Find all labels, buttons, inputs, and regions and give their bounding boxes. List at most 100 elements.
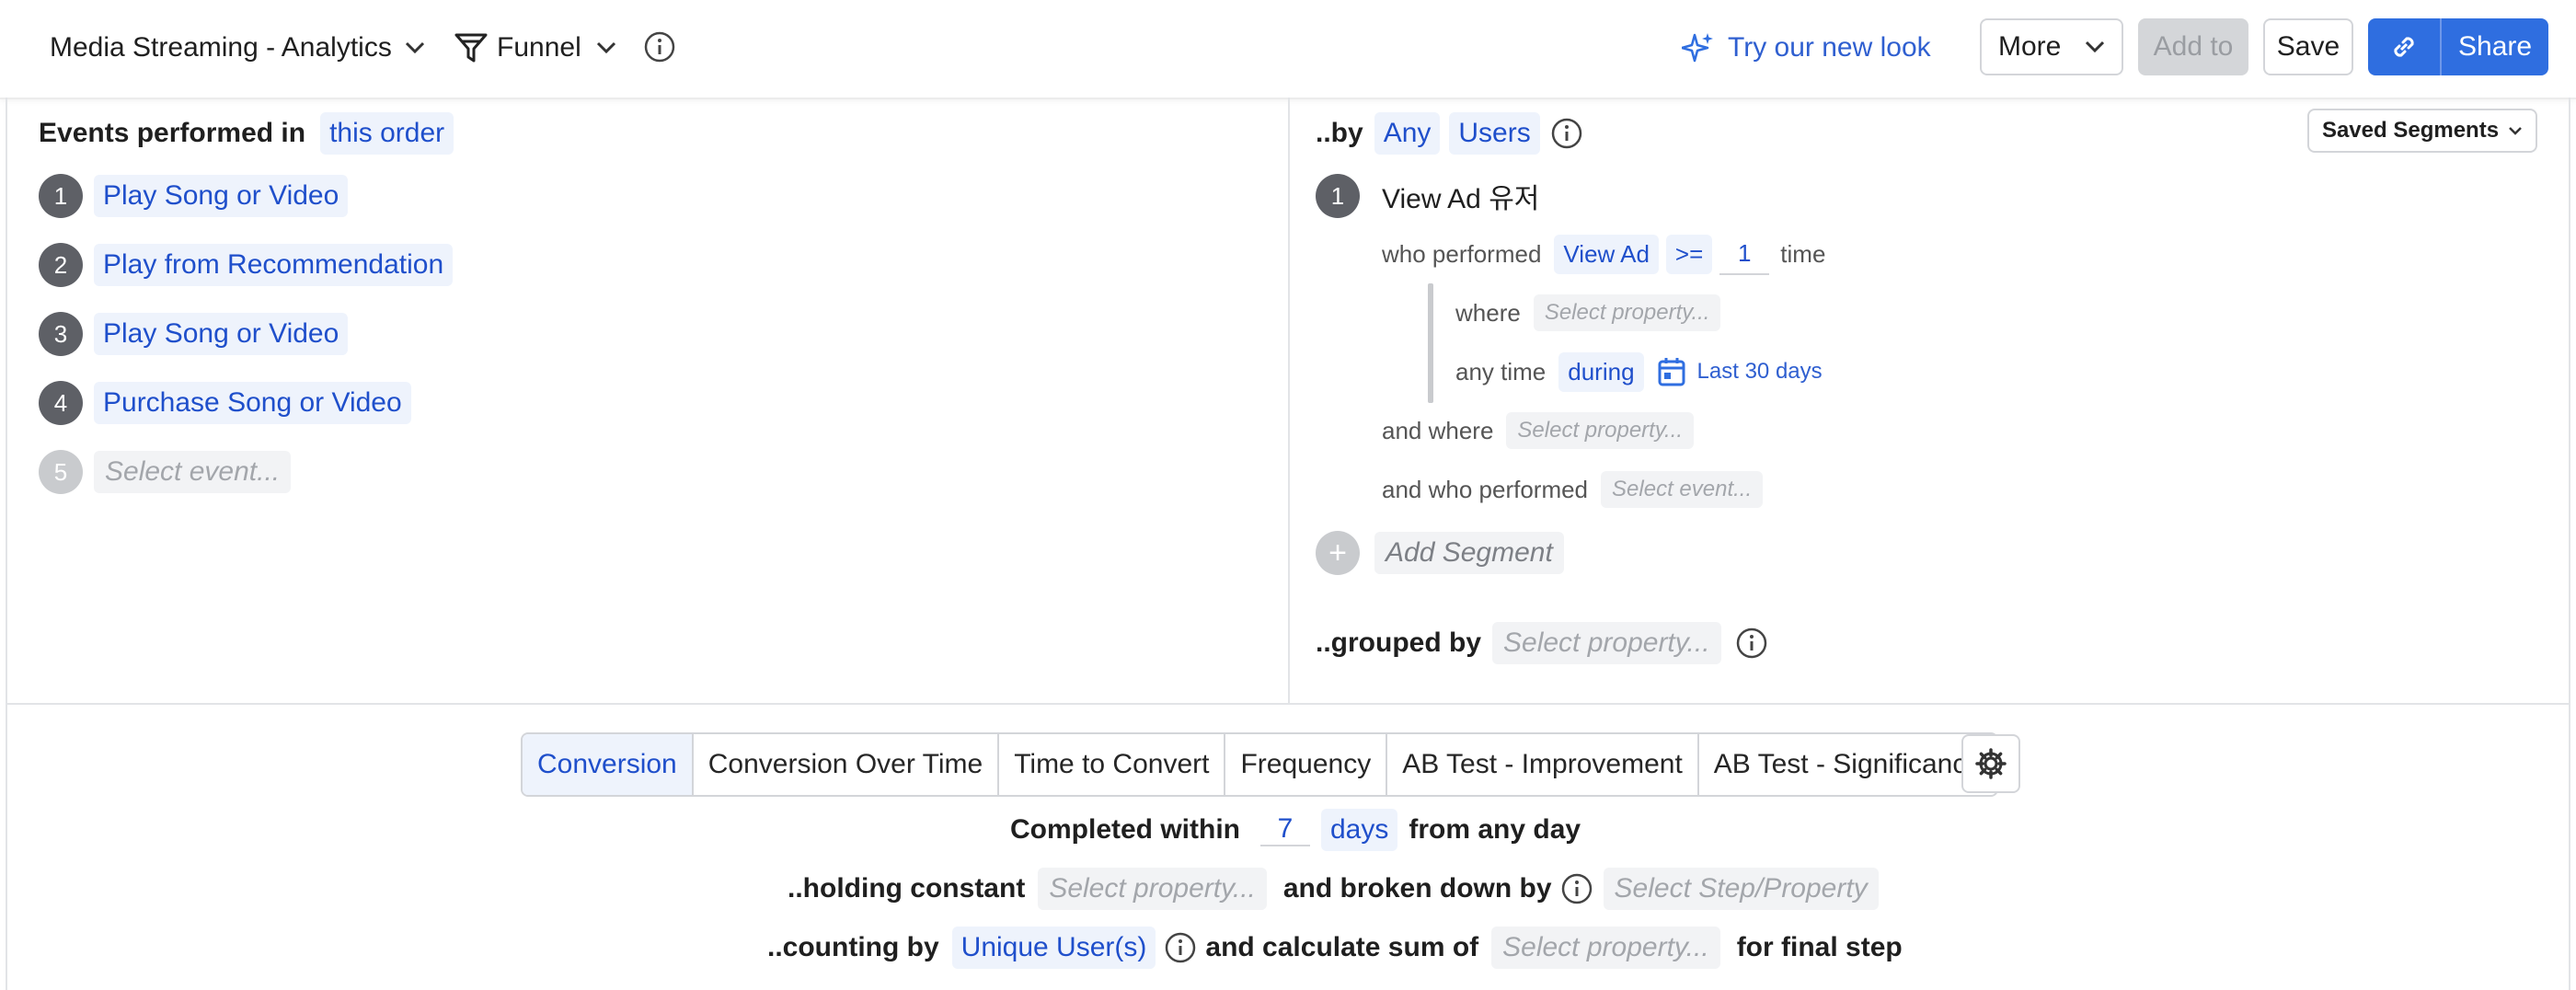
holding-constant-input[interactable]: Select property... bbox=[1038, 868, 1267, 910]
filter-group-bar bbox=[1428, 283, 1433, 403]
project-name: Media Streaming - Analytics bbox=[50, 32, 392, 63]
events-label: Events performed in bbox=[39, 118, 306, 148]
grouped-by-row: ..grouped by Select property... bbox=[1316, 620, 1767, 666]
counting-by-row: ..counting by Unique User(s) and calcula… bbox=[767, 926, 1903, 970]
holding-constant-label: ..holding constant bbox=[788, 873, 1026, 904]
days-input[interactable]: 7 bbox=[1260, 813, 1310, 846]
saved-segments-button[interactable]: Saved Segments bbox=[2307, 109, 2537, 153]
chevron-down-icon bbox=[596, 41, 616, 54]
by-label: ..by bbox=[1316, 118, 1363, 148]
gear-icon bbox=[1974, 747, 2007, 780]
funnel-step: 2 Play from Recommendation bbox=[39, 242, 454, 288]
where-property-input[interactable]: Select property... bbox=[1533, 294, 1721, 331]
settings-button[interactable] bbox=[1961, 734, 2020, 793]
select-event-input[interactable]: Select event... bbox=[94, 451, 292, 493]
tab-frequency[interactable]: Frequency bbox=[1225, 734, 1388, 795]
link-icon bbox=[2388, 31, 2420, 63]
segment-who-performed-row: who performed View Ad >= 1 time bbox=[1382, 233, 1826, 275]
step-event[interactable]: Play from Recommendation bbox=[94, 244, 454, 286]
tab-time-to-convert[interactable]: Time to Convert bbox=[999, 734, 1226, 795]
tab-conversion[interactable]: Conversion bbox=[523, 734, 694, 795]
chart-type-tabs: Conversion Conversion Over Time Time to … bbox=[521, 732, 1999, 797]
broken-down-by-input[interactable]: Select Step/Property bbox=[1603, 868, 1879, 910]
and-where-property-input[interactable]: Select property... bbox=[1506, 412, 1695, 449]
users-selector[interactable]: Users bbox=[1449, 112, 1540, 155]
completed-within-label: Completed within bbox=[1010, 814, 1240, 845]
info-icon[interactable] bbox=[1551, 118, 1582, 149]
segment-by-header: ..by Any Users bbox=[1316, 110, 1582, 156]
sum-property-input[interactable]: Select property... bbox=[1491, 927, 1720, 969]
chevron-down-icon bbox=[2085, 40, 2105, 53]
try-new-look-link[interactable]: Try our new look bbox=[1682, 26, 1931, 70]
events-header: Events performed in this order bbox=[39, 110, 454, 156]
info-icon[interactable] bbox=[644, 31, 675, 63]
add-segment-button[interactable]: Add Segment bbox=[1374, 532, 1564, 574]
report-type-selector[interactable]: Funnel bbox=[454, 26, 616, 70]
during-selector[interactable]: during bbox=[1558, 351, 1644, 392]
calendar-icon[interactable] bbox=[1657, 356, 1686, 387]
completed-within-row: Completed within 7 days from any day bbox=[1010, 808, 1581, 852]
date-range-selector[interactable]: Last 30 days bbox=[1697, 359, 1823, 385]
step-number: 5 bbox=[39, 450, 83, 494]
tab-ab-test-significance[interactable]: AB Test - Significance bbox=[1699, 734, 1996, 795]
counting-by-selector[interactable]: Unique User(s) bbox=[951, 927, 1156, 969]
and-where-label: and where bbox=[1382, 416, 1494, 444]
where-row: where Select property... bbox=[1455, 293, 1721, 333]
time-label: time bbox=[1780, 239, 1826, 268]
share-button[interactable]: Share bbox=[2442, 18, 2548, 75]
project-selector[interactable]: Media Streaming - Analytics bbox=[50, 26, 425, 70]
funnel-step: 1 Play Song or Video bbox=[39, 173, 349, 219]
add-to-button[interactable]: Add to bbox=[2138, 18, 2248, 75]
count-input[interactable]: 1 bbox=[1719, 233, 1770, 275]
counting-by-label: ..counting by bbox=[767, 932, 939, 962]
segment-event-selector[interactable]: View Ad bbox=[1554, 234, 1659, 274]
right-border bbox=[2569, 705, 2570, 990]
info-icon[interactable] bbox=[1561, 873, 1593, 904]
add-to-label: Add to bbox=[2153, 31, 2234, 62]
any-time-label: any time bbox=[1455, 357, 1547, 386]
step-event[interactable]: Purchase Song or Video bbox=[94, 382, 411, 424]
step-event[interactable]: Play Song or Video bbox=[94, 313, 349, 355]
chevron-down-icon bbox=[2508, 126, 2523, 135]
time-range-row: any time during Last 30 days bbox=[1455, 351, 1823, 392]
and-who-performed-label: and who performed bbox=[1382, 475, 1589, 503]
segment-title[interactable]: View Ad 유저 bbox=[1382, 176, 1539, 216]
info-icon[interactable] bbox=[1736, 627, 1767, 659]
panel-divider bbox=[6, 703, 2570, 705]
and-who-performed-event-input[interactable]: Select event... bbox=[1601, 471, 1764, 508]
step-number: 2 bbox=[39, 243, 83, 287]
grouped-by-property-input[interactable]: Select property... bbox=[1492, 622, 1721, 664]
plus-icon: + bbox=[1316, 531, 1360, 575]
any-selector[interactable]: Any bbox=[1374, 112, 1441, 155]
order-selector[interactable]: this order bbox=[320, 112, 454, 155]
events-panel: Events performed in this order 1 Play So… bbox=[6, 98, 1290, 705]
calculate-sum-label: and calculate sum of bbox=[1205, 932, 1479, 962]
save-label: Save bbox=[2276, 31, 2340, 62]
more-label: More bbox=[1998, 31, 2062, 62]
info-icon[interactable] bbox=[1165, 932, 1196, 963]
days-unit-selector[interactable]: days bbox=[1321, 809, 1398, 851]
add-segment-row[interactable]: + Add Segment bbox=[1316, 530, 1564, 576]
sparkle-icon bbox=[1682, 31, 1715, 64]
tab-ab-test-improvement[interactable]: AB Test - Improvement bbox=[1387, 734, 1699, 795]
top-bar: Media Streaming - Analytics Funnel Try o… bbox=[0, 0, 2576, 99]
save-button[interactable]: Save bbox=[2263, 18, 2353, 75]
where-label: where bbox=[1455, 298, 1521, 327]
step-number: 1 bbox=[39, 174, 83, 218]
more-button[interactable]: More bbox=[1980, 18, 2123, 75]
funnel-icon bbox=[454, 32, 488, 63]
report-type-label: Funnel bbox=[497, 32, 581, 63]
segment-number: 1 bbox=[1316, 174, 1360, 218]
step-number: 3 bbox=[39, 312, 83, 356]
and-where-row: and where Select property... bbox=[1382, 410, 1695, 451]
chevron-down-icon bbox=[405, 41, 425, 54]
tab-conversion-over-time[interactable]: Conversion Over Time bbox=[694, 734, 1000, 795]
step-event[interactable]: Play Song or Video bbox=[94, 175, 349, 217]
copy-link-button[interactable] bbox=[2368, 18, 2442, 75]
segment-row: 1 View Ad 유저 bbox=[1316, 173, 1539, 219]
try-new-look-label: Try our new look bbox=[1728, 32, 1931, 63]
segments-panel: ..by Any Users Saved Segments 1 View Ad … bbox=[1288, 98, 2570, 705]
who-performed-label: who performed bbox=[1382, 239, 1542, 268]
funnel-step: 3 Play Song or Video bbox=[39, 311, 349, 357]
operator-selector[interactable]: >= bbox=[1665, 234, 1713, 274]
